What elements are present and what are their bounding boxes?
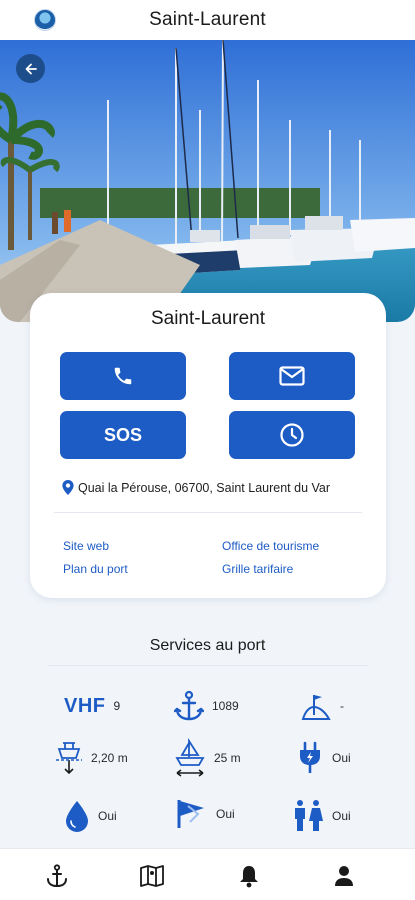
toilets-icon xyxy=(295,800,323,831)
electricity-value: Oui xyxy=(332,751,351,765)
vhf-label: VHF xyxy=(64,694,106,717)
anchor-icon xyxy=(174,690,204,721)
electricity-service: Oui xyxy=(296,738,351,778)
card-divider xyxy=(54,512,362,513)
tab-profile[interactable] xyxy=(331,863,357,889)
opening-hours-button[interactable] xyxy=(229,411,355,459)
fuel-value: Oui xyxy=(216,807,235,821)
services-title: Services au port xyxy=(149,637,266,654)
anchor-icon xyxy=(47,864,67,888)
water-drop-icon xyxy=(66,801,88,832)
address-text: Quai la Pérouse, 06700, Saint Laurent du… xyxy=(78,480,331,495)
marina-photo xyxy=(0,40,415,322)
port-address: Quai la Pérouse, 06700, Saint Laurent du… xyxy=(62,480,372,495)
toilets-value: Oui xyxy=(332,809,351,823)
flag-value: - xyxy=(340,699,344,713)
max-draft: 2,20 m xyxy=(91,751,128,765)
phone-icon xyxy=(114,367,132,385)
harbourmaster-flag-icon xyxy=(301,695,331,720)
port-info-card: Saint-Laurent SOS Quai la Pérouse, 06700… xyxy=(30,293,386,598)
max-length: 25 m xyxy=(214,751,241,765)
moorings-count: 1089 xyxy=(212,699,239,713)
fuel-service: Oui xyxy=(176,794,235,834)
back-button[interactable] xyxy=(16,54,45,83)
services-divider xyxy=(48,665,368,666)
vhf-channel: 9 xyxy=(113,699,121,713)
water-service: Oui xyxy=(64,796,117,836)
tourism-office-link[interactable]: Office de tourisme xyxy=(222,539,319,553)
mail-icon xyxy=(279,366,305,386)
map-icon xyxy=(140,865,164,887)
sos-button[interactable]: SOS xyxy=(60,411,186,459)
port-map-link[interactable]: Plan du port xyxy=(63,562,128,576)
vhf-service: VHF 9 xyxy=(64,686,120,726)
moorings-service: 1089 xyxy=(174,686,239,726)
app-logo xyxy=(34,9,56,31)
call-button[interactable] xyxy=(60,352,186,400)
app-header: Saint-Laurent xyxy=(0,0,415,40)
tab-notifications[interactable] xyxy=(236,863,262,889)
port-name: Saint-Laurent xyxy=(150,308,266,329)
tab-map[interactable] xyxy=(139,863,165,889)
location-pin-icon xyxy=(62,480,74,495)
page-title: Saint-Laurent xyxy=(149,9,266,30)
bell-icon xyxy=(240,866,258,888)
boat-length-icon xyxy=(175,737,205,777)
fuel-flag-icon xyxy=(177,800,204,828)
clock-icon xyxy=(280,423,304,447)
website-link[interactable]: Site web xyxy=(63,539,109,553)
flag-service: - xyxy=(300,686,344,726)
rates-link[interactable]: Grille tarifaire xyxy=(222,562,293,576)
length-service: 25 m xyxy=(174,737,241,778)
toilets-service: Oui xyxy=(292,796,351,836)
arrow-left-icon xyxy=(25,63,37,74)
tab-ports[interactable] xyxy=(44,863,70,889)
user-icon xyxy=(335,866,353,886)
draft-depth-icon xyxy=(56,742,82,775)
bottom-tab-bar xyxy=(0,848,415,900)
water-value: Oui xyxy=(98,809,117,823)
sos-label: SOS xyxy=(103,424,142,445)
draft-service: 2,20 m xyxy=(55,738,128,778)
email-button[interactable] xyxy=(229,352,355,400)
electric-plug-icon xyxy=(300,741,320,773)
